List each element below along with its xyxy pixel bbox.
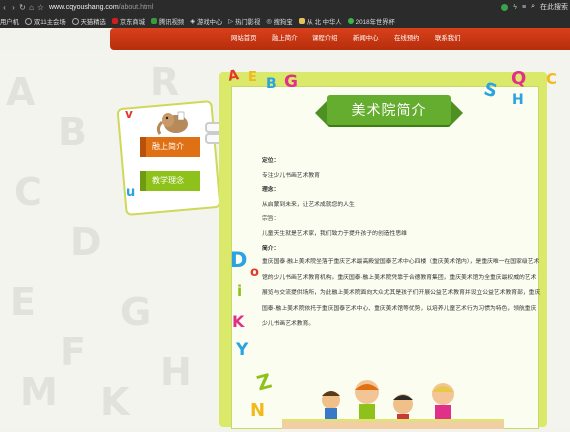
text-purpose: 儿童天生就是艺术家，我们致力于提升孩子的创造性思维 — [262, 231, 407, 237]
back-icon[interactable]: ‹ — [0, 3, 9, 12]
nav-courses[interactable]: 课程介绍 — [312, 28, 338, 50]
letter-c-decoration: C — [546, 70, 558, 88]
bookmark-item[interactable]: 从 北 中华人 — [298, 17, 342, 26]
gamepad-icon: ◈ — [190, 17, 196, 25]
nav-news[interactable]: 新闻中心 — [353, 28, 379, 50]
sidebar-tab-icon — [140, 171, 146, 191]
folder-icon — [298, 18, 305, 24]
letter-q-decoration: Q — [511, 68, 527, 89]
url-text[interactable]: www.cqyoushang.com/about.html — [49, 4, 153, 11]
bottom-strip — [282, 419, 504, 429]
nav-home[interactable]: 网站首页 — [231, 28, 257, 50]
letter-v-decoration: v — [125, 107, 133, 121]
bookmark-item[interactable]: ◎ 搜狗宝 — [266, 17, 292, 26]
title-banner: 美术院简介 — [315, 95, 463, 125]
forward-icon[interactable]: › — [9, 3, 18, 12]
bookmark-label: 用户机 — [0, 18, 19, 26]
lightning-icon[interactable]: ϟ — [513, 4, 517, 11]
nav-contact[interactable]: 联系我们 — [435, 28, 461, 50]
globe-icon: ◎ — [266, 17, 272, 25]
site-icon — [347, 18, 354, 24]
url-path: /about.html — [118, 3, 154, 11]
label-idea: 理念： — [262, 187, 280, 193]
letter-d-decoration: D — [230, 248, 248, 272]
url-host: www.cqyoushang.com — [49, 3, 119, 11]
letter-i-decoration: i — [237, 282, 243, 300]
text-position: 专注少儿书画艺术教育 — [262, 173, 320, 179]
sidebar-tab-icon — [140, 137, 146, 157]
bookmark-item[interactable]: 2018年世界杯 — [347, 17, 395, 26]
toolbar-right: ϟ ≡ ⌕ 在此搜索 — [501, 2, 570, 12]
bookmark-label: 从 北 中华人 — [306, 18, 342, 26]
intro-paragraph: 重庆国泰·融上美术院坐落于重庆艺术最高殿堂国泰艺术中心四楼（重庆美术馆内），是重… — [262, 259, 541, 327]
label-purpose: 宗旨： — [262, 216, 280, 222]
main-nav: 网站首页 融上简介 课程介绍 新闻中心 在线预约 联系我们 — [110, 28, 570, 50]
ribbon-right — [451, 101, 463, 125]
bookmark-item[interactable]: ◈ 游戏中心 — [190, 17, 222, 26]
bookmark-item[interactable]: 用户机 — [0, 17, 19, 26]
bookmark-item[interactable]: 双11主会场 — [24, 17, 66, 26]
nav-booking[interactable]: 在线预约 — [394, 28, 420, 50]
letter-k-decoration: K — [232, 312, 245, 331]
nav-about[interactable]: 融上简介 — [272, 28, 298, 50]
search-field[interactable]: 在此搜索 — [540, 2, 568, 12]
letter-a-decoration: A — [226, 67, 241, 85]
menu-icon[interactable]: ≡ — [522, 4, 526, 11]
browser-chrome: ‹ › ↻ ⌂ ☆ www.cqyoushang.com/about.html … — [0, 0, 570, 28]
video-icon — [151, 18, 157, 24]
bookmark-label: 2018年世界杯 — [355, 18, 395, 26]
home-icon[interactable]: ⌂ — [27, 3, 36, 12]
bookmarks-bar: 用户机 双11主会场 天猫精选 京东商城 腾讯视频 ◈ 游戏中心 ▷ 热门影视 ◎ 搜… — [0, 14, 570, 28]
bookmark-label: 游戏中心 — [197, 18, 223, 26]
bookmark-item[interactable]: 腾讯视频 — [151, 17, 184, 26]
extension-icon[interactable] — [501, 3, 509, 11]
bookmark-label: 搜狗宝 — [273, 18, 293, 26]
globe-icon — [71, 17, 79, 25]
bookmark-label: 热门影视 — [235, 18, 261, 26]
letter-g-decoration: G — [284, 72, 298, 92]
ribbon-left — [315, 101, 327, 125]
bookmark-item[interactable]: 京东商城 — [111, 17, 145, 26]
bookmark-label: 天猫精选 — [80, 18, 106, 26]
sidebar-item-about[interactable]: 融上简介 — [146, 137, 200, 157]
letter-y-decoration: Y — [236, 340, 249, 360]
bookmark-item[interactable]: ▷ 热门影视 — [228, 17, 260, 26]
letter-e-decoration: E — [248, 70, 257, 85]
bookmark-star-icon[interactable]: ☆ — [36, 3, 45, 12]
label-intro: 简介： — [262, 246, 280, 252]
bookmark-label: 腾讯视频 — [159, 18, 185, 26]
page-title: 美术院简介 — [351, 102, 427, 118]
address-bar[interactable]: ‹ › ↻ ⌂ ☆ www.cqyoushang.com/about.html … — [0, 0, 570, 14]
letter-o-decoration: o — [250, 265, 259, 280]
globe-icon — [24, 17, 32, 25]
jd-icon — [111, 18, 118, 24]
letter-u-decoration: u — [126, 185, 136, 200]
elephant-illustration — [154, 110, 192, 136]
sidebar-item-philosophy[interactable]: 教学理念 — [146, 171, 200, 191]
search-icon[interactable]: ⌕ — [531, 3, 535, 11]
letter-n-decoration: N — [250, 400, 266, 421]
letter-h-decoration: H — [512, 92, 524, 108]
play-icon: ▷ — [228, 17, 234, 25]
reload-icon[interactable]: ↻ — [18, 3, 27, 12]
bookmark-item[interactable]: 天猫精选 — [71, 17, 106, 26]
letter-b-decoration: B — [266, 76, 277, 92]
label-position: 定位： — [262, 158, 280, 164]
text-idea: 从启蒙到未来，让艺术成就您的人生 — [262, 202, 355, 208]
bookmark-label: 京东商城 — [119, 18, 145, 26]
bookmark-label: 双11主会场 — [33, 18, 66, 26]
